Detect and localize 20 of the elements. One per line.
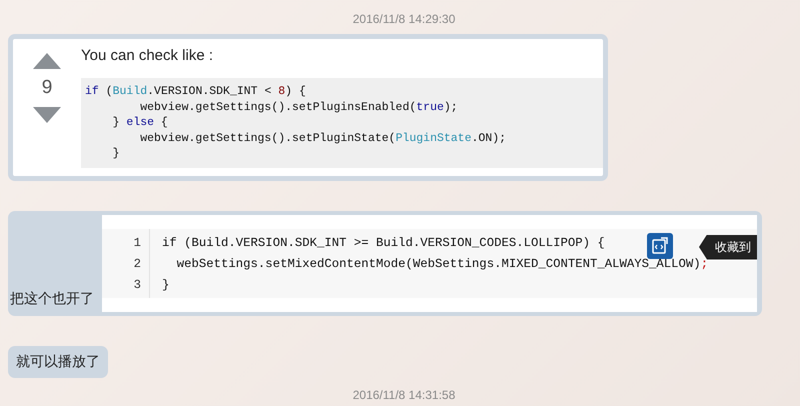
code-line: if (Build.VERSION.SDK_INT < 8) {: [85, 84, 306, 100]
line-number: 3: [132, 276, 141, 294]
downvote-icon[interactable]: [33, 107, 61, 123]
line-number: 1: [132, 234, 141, 252]
timestamp: 2016/11/8 14:31:58: [352, 388, 456, 402]
code-line: } else {: [112, 115, 168, 130]
message-bubble: 就可以播放了: [8, 346, 108, 378]
message-text: 把这个也开了: [10, 290, 95, 308]
code-line: if (Build.VERSION.SDK_INT >= Build.VERSION_CODES.LOLLIPOP) {: [162, 234, 605, 252]
vote-count: 9: [42, 77, 52, 99]
timestamp: 2016/11/8 14:29:30: [352, 12, 456, 26]
code-icon[interactable]: [647, 232, 673, 258]
upvote-icon[interactable]: [33, 53, 61, 69]
code-line: webview.getSettings().setPluginState(PluginState.ON);: [139, 130, 506, 146]
code-line: webview.getSettings().setPluginsEnabled(true);: [139, 100, 458, 115]
code-line: }: [112, 146, 120, 162]
tooltip: 收藏到: [699, 234, 757, 260]
code-line: }: [162, 276, 170, 294]
answer-text: You can check like :: [81, 47, 214, 64]
line-number: 2: [132, 256, 141, 272]
